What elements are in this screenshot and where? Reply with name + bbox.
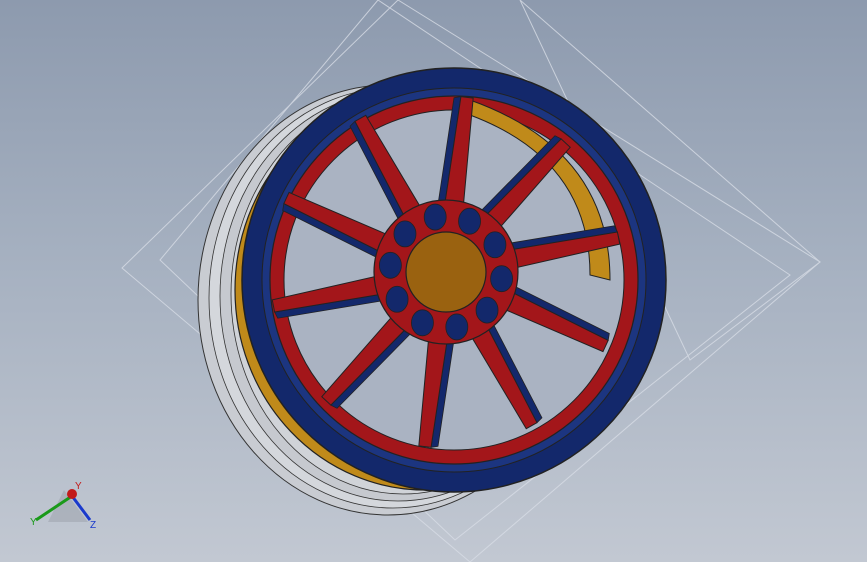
axis-triad: Y Y Z [30, 481, 96, 531]
lug-pocket [393, 220, 417, 248]
triad-x-label: Y [75, 481, 82, 492]
lug-pocket [423, 203, 447, 231]
graphics-viewport[interactable]: Y Y Z [0, 0, 867, 562]
triad-y-label: Y [30, 517, 37, 528]
lug-pocket [411, 309, 434, 337]
hub [373, 199, 519, 345]
lug-pocket [458, 207, 481, 235]
lug-pocket [475, 296, 499, 324]
lug-pocket [483, 231, 507, 259]
lug-pocket [385, 285, 409, 313]
lug-pocket [490, 265, 513, 293]
lug-pocket [445, 313, 469, 341]
triad-z-label: Z [90, 520, 96, 531]
lug-pocket [379, 251, 402, 279]
cad-wheel-model[interactable] [0, 0, 867, 562]
